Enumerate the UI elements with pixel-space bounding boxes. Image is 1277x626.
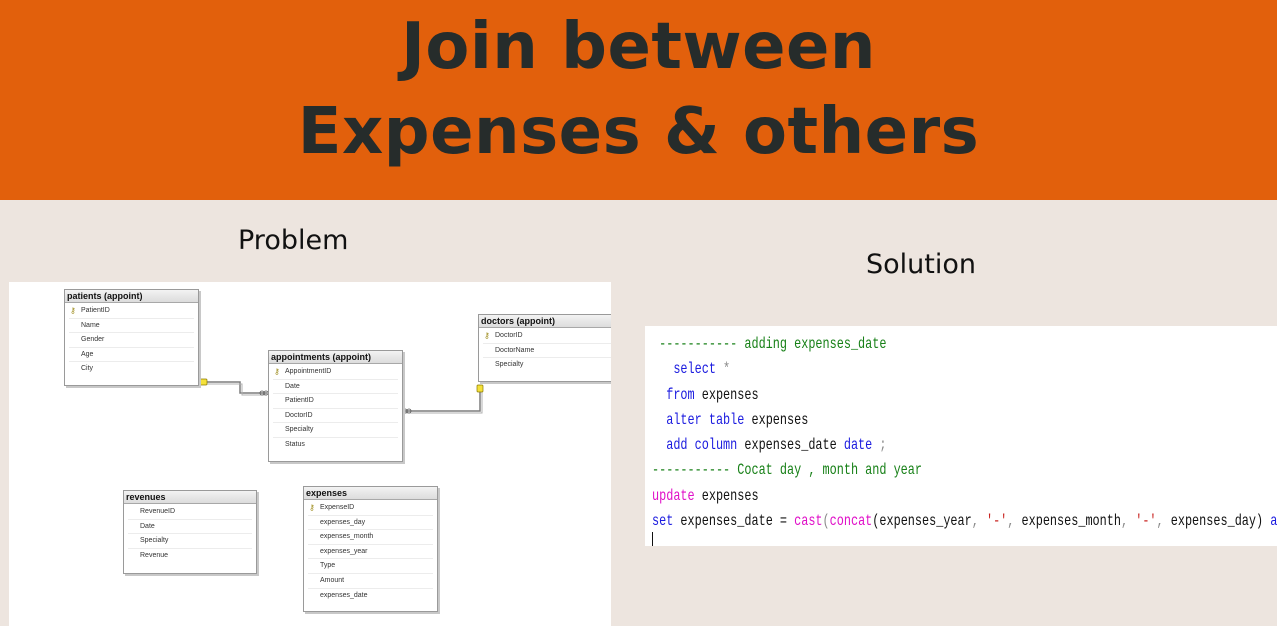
code-line-8: set expenses_date = cast(concat(expenses… <box>652 512 1277 531</box>
code-line-1: ----------- adding expenses_date <box>652 335 887 353</box>
column-row: ⚷ PatientID <box>69 304 194 319</box>
column-row: Amount <box>308 574 433 589</box>
column-row: Specialty <box>128 534 252 549</box>
column-row: Name <box>69 319 194 334</box>
column-row: expenses_month <box>308 530 433 545</box>
table-appointments: appointments (appoint) ⚷ AppointmentID Da… <box>268 350 403 462</box>
code-line-3: from expenses <box>666 385 759 404</box>
key-icon: ⚷ <box>309 503 315 512</box>
code-line-5: add column expenses_date date ; <box>666 436 887 455</box>
er-diagram: patients (appoint) ⚷ PatientID Name Gende… <box>9 282 611 626</box>
column-row: Specialty <box>495 361 524 369</box>
slide-title-line-1: Join between <box>401 10 876 84</box>
column-row: ⚷ ExpenseID <box>308 501 433 516</box>
solution-caption: Solution <box>866 249 976 280</box>
column-row: Age <box>69 348 194 363</box>
column-row: RevenueID <box>128 505 252 520</box>
table-expenses: expenses ⚷ ExpenseID expenses_day expense… <box>303 486 438 612</box>
table-title: patients (appoint) <box>65 290 198 303</box>
column-row: Type <box>308 559 433 574</box>
column-row: expenses_date <box>320 591 368 599</box>
column-row: PatientID <box>273 394 398 409</box>
column-row: ⚷ AppointmentID <box>273 365 398 380</box>
key-icon: ⚷ <box>274 367 280 376</box>
column-row: DoctorID <box>273 409 398 424</box>
link-appointments-doctors <box>402 388 481 412</box>
key-icon: ⚷ <box>484 331 490 340</box>
column-row: DoctorName <box>483 344 611 359</box>
text-cursor <box>652 532 653 546</box>
table-title: doctors (appoint) <box>479 315 611 328</box>
column-row: expenses_year <box>308 545 433 560</box>
link-end-key <box>199 378 208 386</box>
key-icon: ⚷ <box>70 306 76 315</box>
column-row: expenses_day <box>308 516 433 531</box>
sql-code: ----------- adding expenses_date select … <box>652 332 1277 534</box>
code-line-4: alter table expenses <box>666 410 809 429</box>
column-row: City <box>81 365 94 373</box>
title-banner: Join between Expenses & others <box>0 0 1277 200</box>
column-row: Status <box>285 440 305 448</box>
column-row: Revenue <box>140 551 169 559</box>
table-revenues: revenues RevenueID Date Specialty Revenu… <box>123 490 257 574</box>
table-title: revenues <box>124 491 256 504</box>
table-doctors: doctors (appoint) ⚷ DoctorID DoctorName S… <box>478 314 611 382</box>
code-line-7: update expenses <box>652 486 759 505</box>
table-title: expenses <box>304 487 437 500</box>
code-line-2: select * <box>673 360 731 379</box>
column-row: ⚷ DoctorID <box>483 329 611 344</box>
column-row: Date <box>273 380 398 395</box>
table-patients: patients (appoint) ⚷ PatientID Name Gende… <box>64 289 199 386</box>
code-line-6: ----------- Cocat day , month and year <box>652 461 922 480</box>
problem-caption: Problem <box>238 225 349 256</box>
sql-editor[interactable]: ----------- adding expenses_date select … <box>645 326 1277 546</box>
column-row: Date <box>128 520 252 535</box>
column-row: Specialty <box>273 423 398 438</box>
slide-title-line-2: Expenses & others <box>297 95 980 169</box>
table-title: appointments (appoint) <box>269 351 402 364</box>
column-row: Gender <box>69 333 194 348</box>
